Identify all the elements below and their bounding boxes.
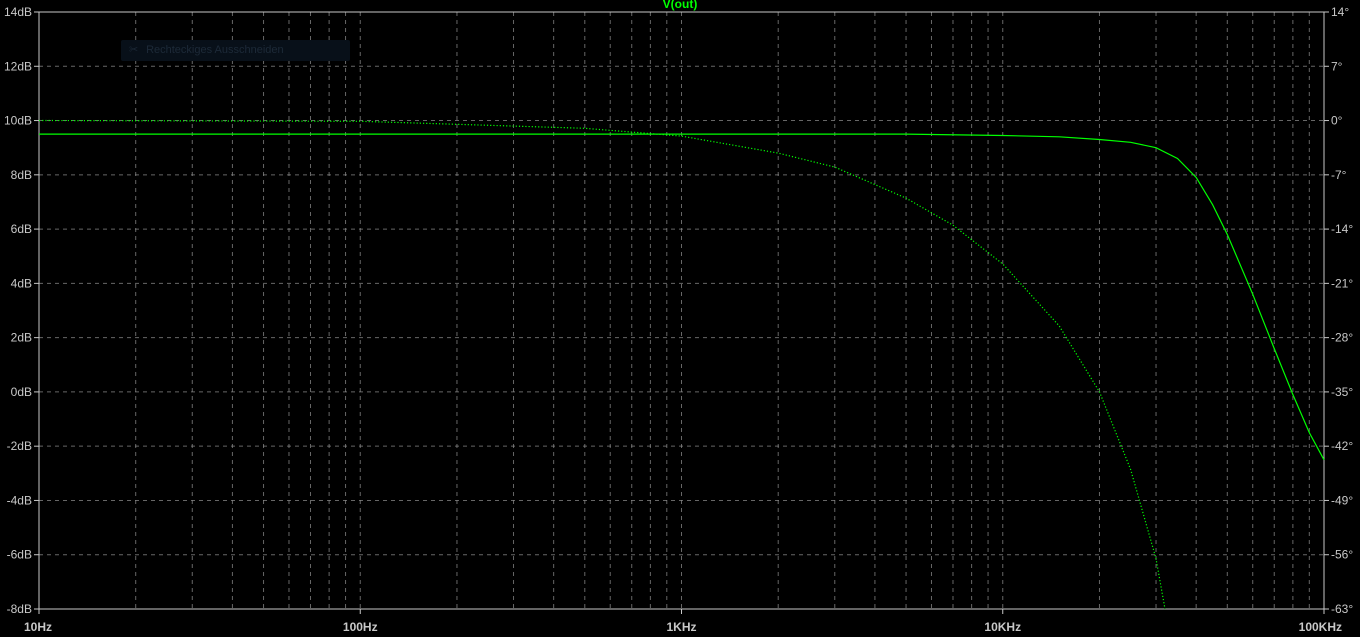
chart-title: V(out) — [663, 0, 698, 11]
right-tick-label: -49° — [1331, 493, 1353, 507]
right-tick-label: -7° — [1331, 168, 1347, 182]
right-tick-label: -28° — [1331, 331, 1353, 345]
snip-tooltip-text: Rechteckiges Ausschneiden — [146, 44, 284, 56]
x-tick-label: 10Hz — [24, 620, 52, 634]
left-tick-label: 10dB — [4, 114, 32, 128]
left-tick-label: 8dB — [11, 168, 32, 182]
right-tick-label: -56° — [1331, 548, 1353, 562]
left-tick-label: 2dB — [11, 331, 32, 345]
left-tick-label: -6dB — [7, 548, 32, 562]
left-tick-label: -8dB — [7, 602, 32, 616]
left-tick-label: 4dB — [11, 276, 32, 290]
right-tick-label: -42° — [1331, 439, 1353, 453]
bode-plot: V(out) 14dB 12dB 10dB 8dB 6dB 4dB 2dB 0dB -2dB -4… — [0, 0, 1360, 637]
left-tick-label: -4dB — [7, 493, 32, 507]
left-tick-label: 6dB — [11, 222, 32, 236]
x-tick-label: 10KHz — [984, 620, 1021, 634]
right-tick-label: -21° — [1331, 276, 1353, 290]
x-tick-label: 1KHz — [666, 620, 696, 634]
x-tick-label: 100KHz — [1299, 620, 1342, 634]
left-tick-label: 12dB — [4, 59, 32, 73]
left-tick-label: 14dB — [4, 5, 32, 19]
left-tick-label: 0dB — [11, 385, 32, 399]
snip-icon: ✂ — [129, 44, 139, 56]
right-tick-label: 7° — [1331, 59, 1343, 73]
right-tick-label: 14° — [1331, 5, 1349, 19]
right-tick-label: -63° — [1331, 602, 1353, 616]
right-tick-label: -14° — [1331, 222, 1353, 236]
snip-tooltip: ✂ Rechteckiges Ausschneiden — [121, 40, 350, 61]
left-tick-label: -2dB — [7, 439, 32, 453]
right-tick-label: 0° — [1331, 114, 1343, 128]
x-tick-label: 100Hz — [343, 620, 378, 634]
right-tick-label: -35° — [1331, 385, 1353, 399]
